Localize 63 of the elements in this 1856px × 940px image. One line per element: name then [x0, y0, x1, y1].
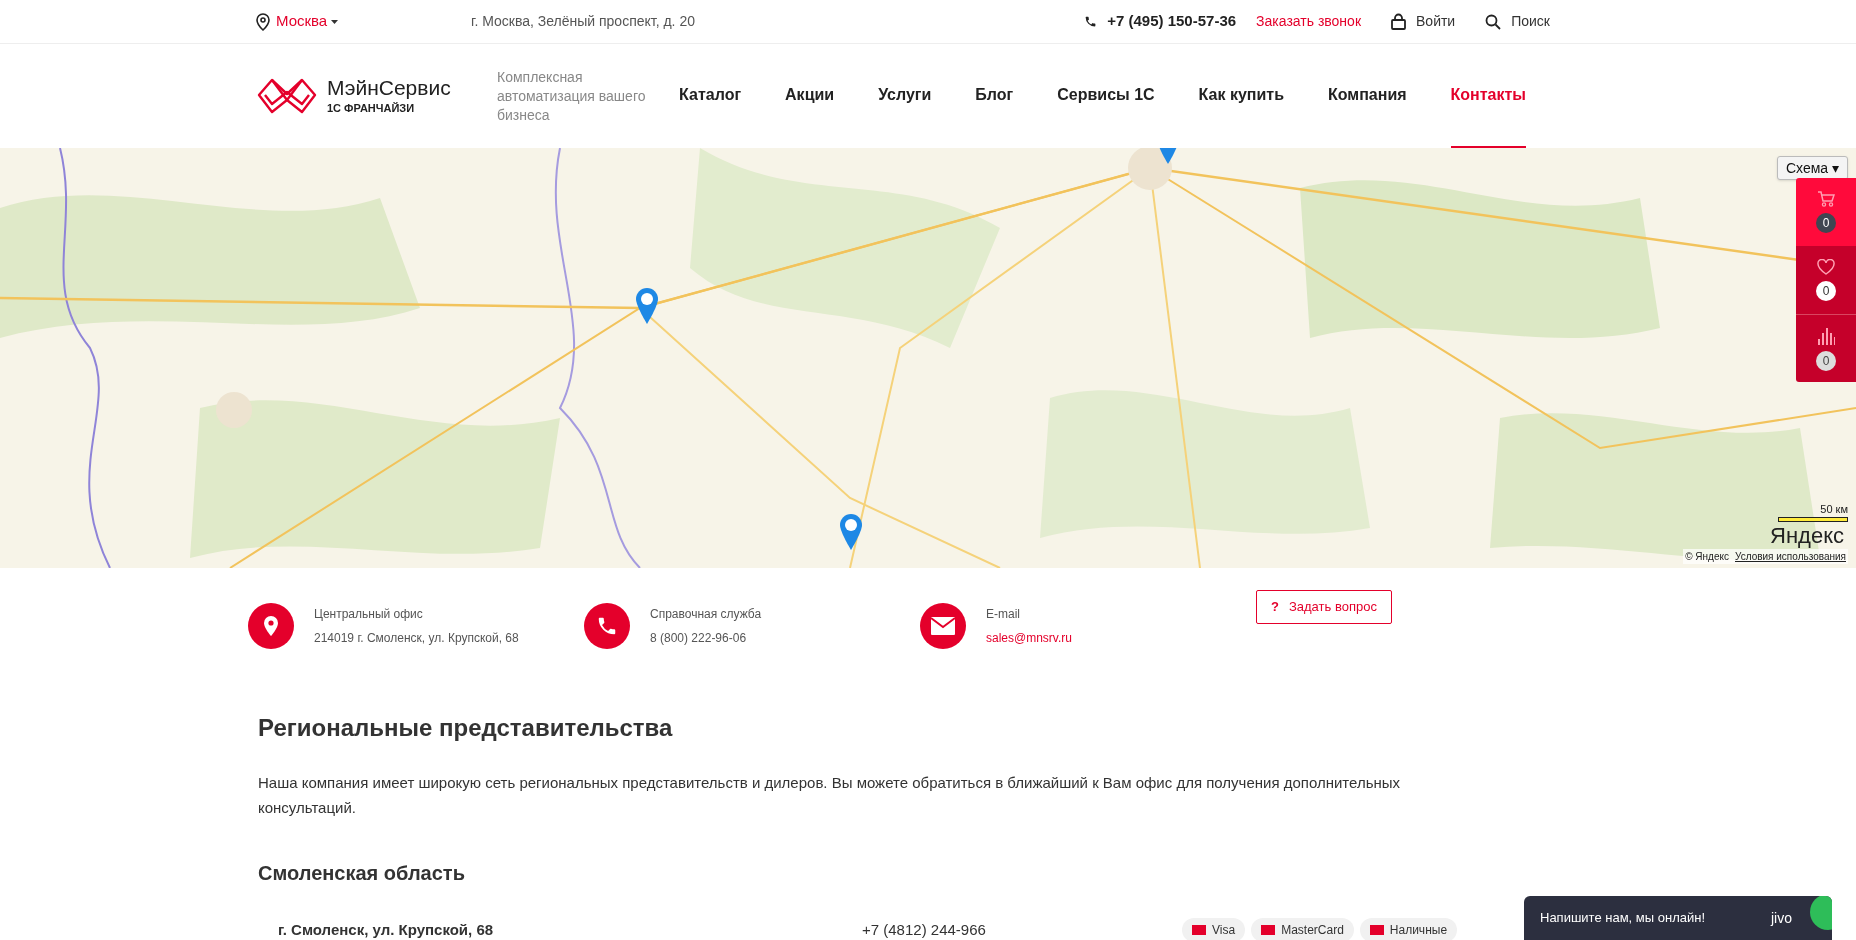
callback-link[interactable]: Заказать звонок	[1256, 11, 1361, 32]
nav-link[interactable]: Компания	[1328, 44, 1407, 148]
scale-bar	[1778, 517, 1848, 522]
payment-badge: MasterCard	[1251, 918, 1354, 940]
nav-link[interactable]: Услуги	[878, 44, 932, 148]
map-brand-logo: Яндекс	[1770, 524, 1844, 548]
phone-icon	[1084, 15, 1098, 28]
count-badge: 0	[1816, 350, 1836, 371]
address-text: г. Москва, Зелёный проспект, д. 20	[471, 12, 695, 31]
favorites-button[interactable]: 0	[1796, 246, 1856, 314]
phone-number: +7 (495) 150-57-36	[1107, 11, 1237, 32]
chat-prompt: Напишите нам, мы онлайн!	[1540, 909, 1705, 928]
cart-icon	[1817, 191, 1835, 207]
chat-widget[interactable]: Напишите нам, мы онлайн! jivo	[1524, 896, 1832, 940]
compare-button[interactable]: 0	[1796, 314, 1856, 382]
nav-link[interactable]: Акции	[785, 44, 835, 148]
contact-label: Центральный офис	[314, 606, 424, 623]
contact-value: 8 (800) 222-96-06	[650, 630, 748, 647]
location-pin-icon	[256, 12, 270, 31]
location-pin-icon	[248, 603, 294, 649]
copyright-text: © Яндекс	[1685, 550, 1729, 564]
search-icon	[1485, 13, 1502, 30]
section-paragraph: Наша компания имеет широкую сеть региональных представительств и дилеров. Вы можете обратиться в ближайший к Вам офис для получения дополнительных консультаций.	[258, 773, 1402, 818]
contact-value: 214019 г. Смоленск, ул. Крупской, 68	[314, 630, 519, 647]
tagline-text: Комплексная автоматизация вашего бизнеса	[497, 67, 647, 125]
chat-brand-logo: jivo	[1771, 908, 1792, 928]
lock-icon	[1391, 13, 1406, 30]
payment-badge: Наличные	[1359, 918, 1458, 940]
phone-icon	[584, 603, 630, 649]
envelope-icon	[920, 603, 966, 649]
section-heading: Региональные представительства	[258, 713, 674, 743]
nav-link[interactable]: Как купить	[1198, 44, 1284, 148]
count-badge: 0	[1816, 213, 1836, 233]
ask-question-button[interactable]: ? Задать вопрос	[1256, 590, 1392, 624]
contact-label: E-mail	[986, 606, 1021, 623]
card-icon	[1261, 925, 1276, 935]
cart-button[interactable]: 0	[1796, 178, 1856, 246]
region-heading: Смоленская область	[258, 861, 466, 886]
card-icon	[1369, 925, 1384, 935]
city-selector[interactable]: Москва	[276, 10, 339, 33]
nav-link[interactable]: Сервисы 1С	[1057, 44, 1155, 148]
scale-label: 50 км	[1820, 501, 1848, 517]
brand-subtitle: 1С ФРАНЧАЙЗИ	[327, 101, 416, 116]
card-icon	[1192, 925, 1206, 935]
map-layer-button[interactable]: Схема ▾	[1776, 156, 1848, 180]
payment-badge: Visa	[1182, 918, 1246, 940]
logo-icon[interactable]	[257, 77, 317, 115]
login-button[interactable]: Войти	[1391, 11, 1456, 32]
caret-icon	[331, 19, 339, 24]
bar-chart-icon	[1817, 326, 1835, 345]
map-marker-icon[interactable]	[838, 512, 864, 552]
brand-name: МэйнСервис	[327, 76, 451, 100]
terms-link[interactable]: Условия использования	[1735, 549, 1846, 564]
nav-link[interactable]: Каталог	[679, 44, 742, 148]
office-address: г. Смоленск, ул. Крупской, 68	[278, 919, 495, 940]
contact-label: Справочная служба	[650, 606, 762, 623]
email-link[interactable]: sales@mnsrv.ru	[986, 629, 1072, 647]
nav-link[interactable]: Блог	[975, 44, 1014, 148]
office-phone: +7 (4812) 244-966	[862, 919, 987, 940]
count-badge: 0	[1816, 281, 1836, 301]
heart-icon	[1817, 259, 1835, 275]
map-marker-icon[interactable]	[634, 286, 660, 326]
search-button[interactable]: Поиск	[1485, 11, 1550, 32]
